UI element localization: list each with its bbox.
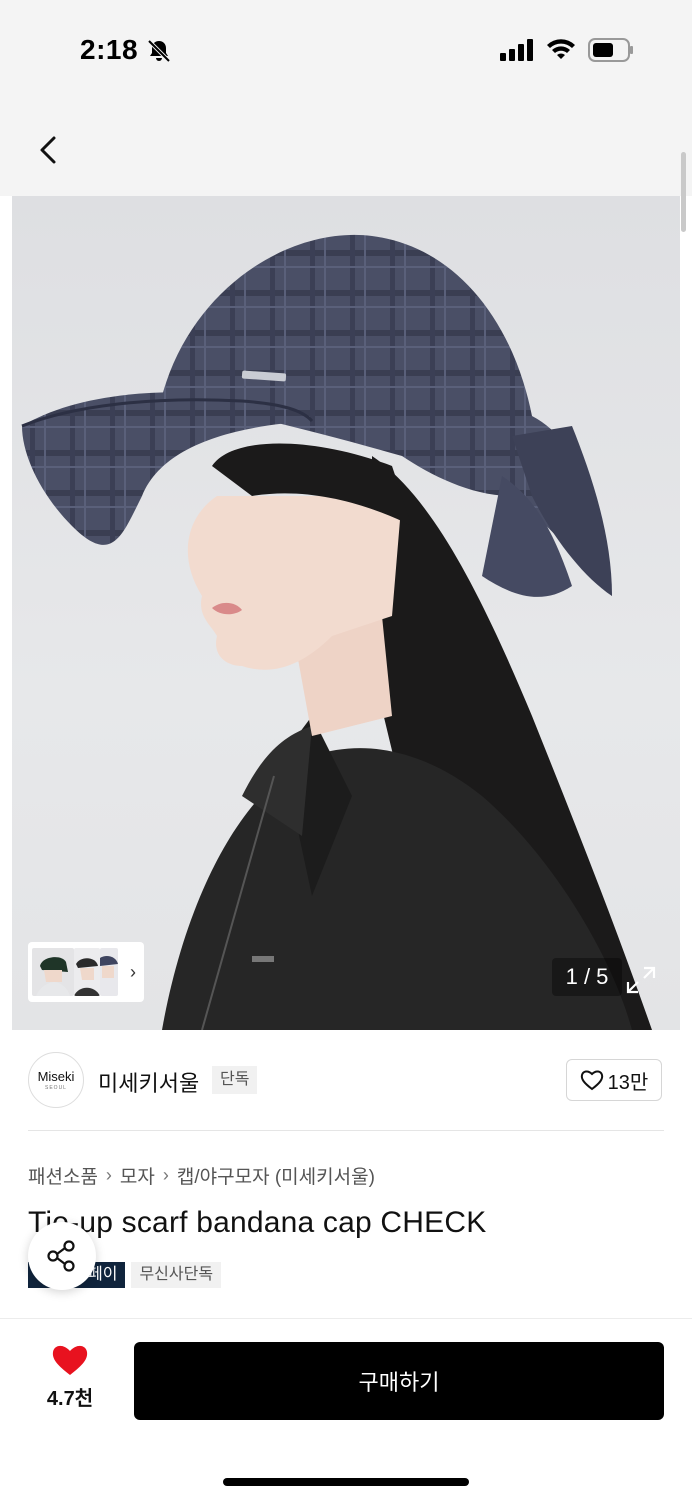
product-title: Tie-up scarf bandana cap CHECK — [28, 1206, 487, 1239]
product-photo — [21, 234, 652, 1030]
breadcrumb-item[interactable]: 캡/야구모자 (미세키서울) — [177, 1162, 375, 1189]
wifi-icon — [547, 39, 575, 59]
chevron-right-icon: › — [130, 962, 136, 982]
brand-logo[interactable]: Miseki SEOUL — [28, 1052, 84, 1108]
exclusive-badge: 무신사단독 — [131, 1262, 222, 1288]
exclusive-tag: 단독 — [212, 1066, 258, 1094]
thumbnail-1[interactable] — [32, 948, 74, 996]
wishlist-button[interactable]: 4.7천 — [30, 1343, 110, 1411]
product-image[interactable]: › 1 / 5 — [12, 196, 680, 1030]
chevron-right-icon: › — [105, 1165, 112, 1185]
breadcrumb-item[interactable]: 모자 — [120, 1162, 155, 1189]
status-bar: 2:18 — [0, 0, 692, 100]
bottom-action-bar: 4.7천 구매하기 — [0, 1318, 692, 1501]
brand-like-count: 13만 — [607, 1071, 649, 1094]
buy-button[interactable]: 구매하기 — [134, 1342, 664, 1420]
breadcrumb: 패션소품 › 모자 › 캡/야구모자 (미세키서울) — [28, 1162, 375, 1189]
share-button[interactable] — [28, 1222, 96, 1290]
brand-logo-text: Miseki — [37, 1069, 75, 1084]
heart-outline-icon — [580, 1070, 603, 1091]
nav-bar — [0, 100, 692, 196]
scroll-indicator[interactable] — [681, 152, 686, 232]
chevron-right-icon: › — [162, 1165, 169, 1185]
signal-icon — [500, 39, 533, 61]
share-icon — [47, 1240, 75, 1272]
thumbnail-3[interactable] — [100, 948, 118, 996]
status-time: 2:18 — [80, 34, 139, 65]
divider — [28, 1130, 664, 1131]
brand-row: Miseki SEOUL 미세키서울 단독 13만 — [0, 1030, 692, 1130]
heart-filled-icon — [52, 1345, 88, 1375]
brand-logo-sub: SEOUL — [45, 1085, 67, 1091]
battery-icon — [588, 38, 633, 62]
brand-like-button[interactable]: 13만 — [566, 1059, 662, 1101]
breadcrumb-item[interactable]: 패션소품 — [28, 1162, 98, 1189]
back-icon[interactable] — [32, 130, 68, 170]
bell-muted-icon — [147, 39, 171, 63]
expand-icon[interactable] — [626, 966, 656, 994]
home-indicator[interactable] — [223, 1478, 469, 1486]
thumbnail-2[interactable] — [74, 948, 100, 996]
brand-name[interactable]: 미세키서울 — [98, 1066, 199, 1098]
image-counter: 1 / 5 — [552, 958, 622, 996]
wishlist-count: 4.7천 — [46, 1388, 94, 1410]
thumbnail-strip[interactable]: › — [28, 942, 144, 1002]
